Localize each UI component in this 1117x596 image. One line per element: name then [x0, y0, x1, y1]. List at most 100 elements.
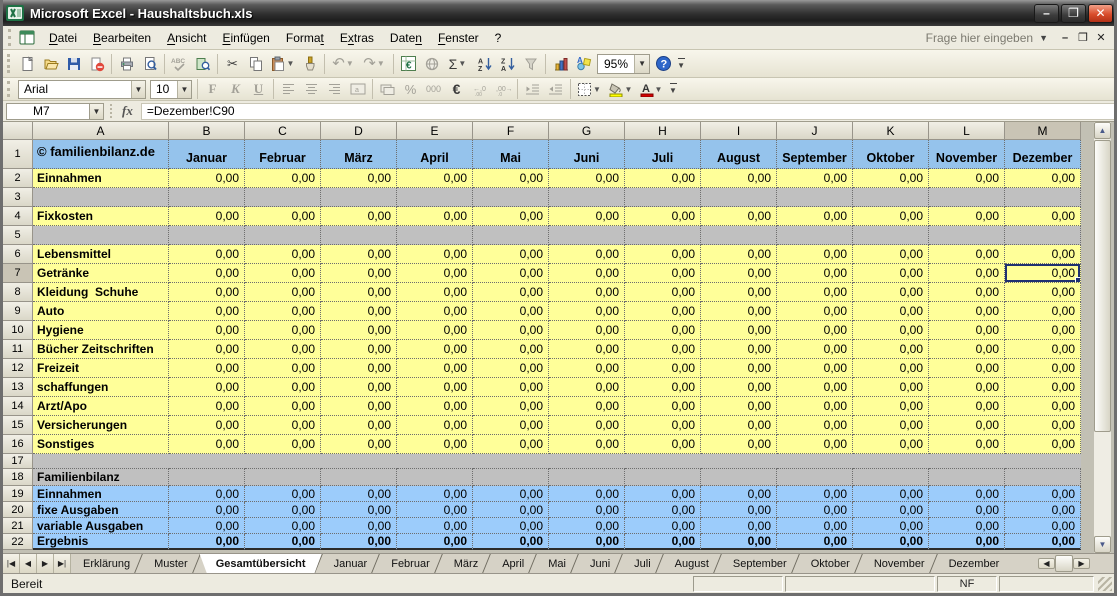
- sort-ascending-button[interactable]: AZ: [473, 53, 496, 75]
- selected-cell[interactable]: 0,00: [1005, 264, 1081, 283]
- cell[interactable]: [625, 469, 701, 486]
- cell[interactable]: [1005, 469, 1081, 486]
- row-header-3[interactable]: 3: [3, 188, 33, 207]
- tab-dezember[interactable]: Dezember: [937, 554, 1012, 573]
- first-sheet-icon[interactable]: |◀: [3, 554, 20, 573]
- cell[interactable]: 0,00: [549, 340, 625, 359]
- cell[interactable]: 0,00: [625, 435, 701, 454]
- row-header-4[interactable]: 4: [3, 207, 33, 226]
- cell[interactable]: 0,00: [777, 340, 853, 359]
- select-all-corner[interactable]: [3, 122, 33, 140]
- doc-close-button[interactable]: ✕: [1092, 31, 1110, 44]
- column-header-h[interactable]: H: [625, 122, 701, 140]
- column-header-b[interactable]: B: [169, 122, 245, 140]
- month-header-cell[interactable]: August: [701, 140, 777, 169]
- cell[interactable]: [321, 188, 397, 207]
- tab-januar[interactable]: Januar: [322, 554, 380, 573]
- cell[interactable]: 0,00: [777, 502, 853, 518]
- cell[interactable]: [1005, 226, 1081, 245]
- zoom-select[interactable]: 95% ▼: [597, 54, 650, 74]
- cell[interactable]: 0,00: [321, 486, 397, 502]
- cell[interactable]: 0,00: [245, 359, 321, 378]
- name-box-dropdown-icon[interactable]: ▼: [89, 103, 104, 120]
- cell[interactable]: 0,00: [777, 486, 853, 502]
- column-header-l[interactable]: L: [929, 122, 1005, 140]
- cell[interactable]: 0,00: [245, 207, 321, 226]
- cell[interactable]: 0,00: [245, 397, 321, 416]
- row-header-17[interactable]: 17: [3, 454, 33, 469]
- cell[interactable]: 0,00: [929, 534, 1005, 550]
- cell[interactable]: 0,00: [929, 416, 1005, 435]
- last-sheet-icon[interactable]: ▶|: [54, 554, 71, 573]
- cell[interactable]: 0,00: [777, 435, 853, 454]
- cell[interactable]: 0,00: [473, 502, 549, 518]
- cell[interactable]: 0,00: [853, 486, 929, 502]
- increase-indent-button[interactable]: [544, 80, 567, 99]
- horizontal-scrollbar[interactable]: ◀ ▶: [1038, 554, 1114, 573]
- cell[interactable]: 0,00: [1005, 169, 1081, 188]
- cell[interactable]: 0,00: [473, 378, 549, 397]
- month-header-cell[interactable]: Juni: [549, 140, 625, 169]
- thousands-button[interactable]: 000: [422, 80, 445, 99]
- cell[interactable]: [473, 469, 549, 486]
- month-header-cell[interactable]: Februar: [245, 140, 321, 169]
- cell[interactable]: 0,00: [929, 378, 1005, 397]
- cell[interactable]: 0,00: [397, 207, 473, 226]
- cell[interactable]: 0,00: [625, 283, 701, 302]
- column-header-m[interactable]: M: [1005, 122, 1081, 140]
- cell[interactable]: 0,00: [929, 321, 1005, 340]
- question-box[interactable]: Frage hier eingeben: [926, 31, 1039, 45]
- decrease-decimal-button[interactable]: ,00→,0: [491, 80, 514, 99]
- row-label-cell[interactable]: Getränke: [33, 264, 169, 283]
- month-header-cell[interactable]: Januar: [169, 140, 245, 169]
- cell[interactable]: 0,00: [245, 502, 321, 518]
- cell[interactable]: 0,00: [549, 435, 625, 454]
- cell[interactable]: 0,00: [625, 169, 701, 188]
- menu-extras[interactable]: Extras: [332, 28, 382, 48]
- cell[interactable]: 0,00: [245, 340, 321, 359]
- cell[interactable]: 0,00: [929, 435, 1005, 454]
- row-header-14[interactable]: 14: [3, 397, 33, 416]
- cell[interactable]: 0,00: [701, 534, 777, 550]
- cell[interactable]: [321, 454, 397, 469]
- row-header-13[interactable]: 13: [3, 378, 33, 397]
- cell[interactable]: 0,00: [1005, 245, 1081, 264]
- cell[interactable]: 0,00: [625, 397, 701, 416]
- cell[interactable]: 0,00: [245, 283, 321, 302]
- print-preview-button[interactable]: [138, 53, 161, 75]
- cell[interactable]: 0,00: [625, 518, 701, 534]
- toolbar-options-icon[interactable]: ▼: [667, 78, 679, 100]
- row-label-cell[interactable]: Einnahmen: [33, 486, 169, 502]
- cell[interactable]: [245, 226, 321, 245]
- cell[interactable]: 0,00: [929, 518, 1005, 534]
- cell[interactable]: 0,00: [321, 245, 397, 264]
- cell[interactable]: [169, 469, 245, 486]
- cell[interactable]: [777, 454, 853, 469]
- cell[interactable]: [321, 469, 397, 486]
- menu-daten[interactable]: Daten: [382, 28, 430, 48]
- copy-button[interactable]: [244, 53, 267, 75]
- cell[interactable]: 0,00: [701, 486, 777, 502]
- title-bar[interactable]: Microsoft Excel - Haushaltsbuch.xls – ❐ …: [0, 0, 1117, 26]
- cell[interactable]: [625, 454, 701, 469]
- cell[interactable]: [321, 226, 397, 245]
- cell[interactable]: 0,00: [397, 486, 473, 502]
- cell[interactable]: 0,00: [853, 397, 929, 416]
- cell[interactable]: 0,00: [1005, 435, 1081, 454]
- cell[interactable]: 0,00: [777, 207, 853, 226]
- cell[interactable]: [853, 226, 929, 245]
- cell[interactable]: 0,00: [929, 340, 1005, 359]
- cell[interactable]: 0,00: [701, 245, 777, 264]
- cell[interactable]: 0,00: [473, 264, 549, 283]
- column-header-g[interactable]: G: [549, 122, 625, 140]
- print-button[interactable]: [115, 53, 138, 75]
- font-size-dropdown-icon[interactable]: ▼: [177, 81, 191, 98]
- cell[interactable]: 0,00: [853, 169, 929, 188]
- column-header-f[interactable]: F: [473, 122, 549, 140]
- cell[interactable]: 0,00: [169, 302, 245, 321]
- tab-erkl-rung[interactable]: Erklärung: [71, 554, 142, 573]
- tab-august[interactable]: August: [663, 554, 721, 573]
- cell[interactable]: 0,00: [929, 502, 1005, 518]
- cell[interactable]: 0,00: [549, 321, 625, 340]
- row-label-cell[interactable]: variable Ausgaben: [33, 518, 169, 534]
